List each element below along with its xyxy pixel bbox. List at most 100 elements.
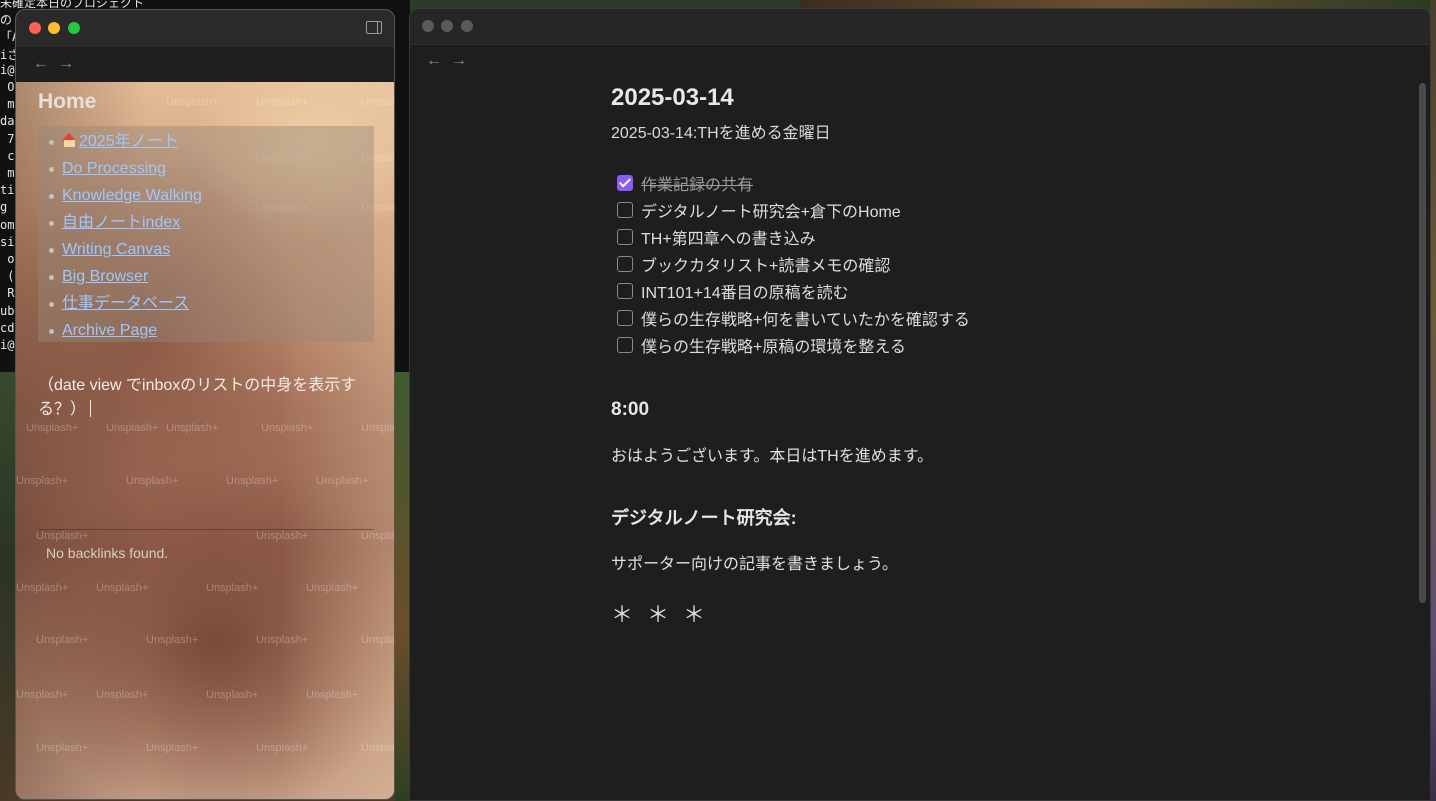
divider <box>38 529 374 530</box>
home-window[interactable]: ← → Unsplash+Unsplash+Unsplash+Unsplash+… <box>15 9 395 800</box>
terminal-line: i@ <box>0 62 15 77</box>
list-item: 仕事データベース <box>38 290 202 317</box>
link-free-note-index[interactable]: 自由ノートindex <box>62 214 180 231</box>
bullet-icon <box>49 248 54 253</box>
task-label: 僕らの生存戦略+何を書いていたかを確認する <box>641 311 970 329</box>
page-subtitle: 2025-03-14:THを進める金曜日 <box>611 125 831 142</box>
forward-arrow-icon[interactable]: → <box>58 55 74 73</box>
task-label: TH+第四章への書き込み <box>641 230 816 248</box>
paragraph: おはようございます。本日はTHを進めます。 <box>611 448 934 465</box>
separator-stars: ＊＊＊ <box>611 602 720 627</box>
section-heading: デジタルノート研究会: <box>611 508 797 528</box>
unsplash-watermark: Unsplash+ <box>166 96 219 108</box>
link-label: 2025年ノート <box>79 133 179 150</box>
terminal-line: cd <box>0 320 15 335</box>
task-item: ブックカタリスト+読書メモの確認 <box>611 250 1371 277</box>
unsplash-watermark: Unsplash+ <box>206 689 259 701</box>
task-item: TH+第四章への書き込み <box>611 223 1371 250</box>
bullet-icon <box>49 140 54 145</box>
task-checkbox[interactable] <box>617 282 633 299</box>
terminal-line: g <box>0 200 8 215</box>
terminal-line: o <box>0 252 15 266</box>
text-cursor <box>90 400 92 417</box>
unsplash-watermark: Unsplash+ <box>146 742 199 754</box>
forward-arrow-icon[interactable]: → <box>451 52 467 70</box>
paragraph: サポーター向けの記事を書きましょう。 <box>611 556 899 573</box>
window-titlebar[interactable] <box>410 9 1430 45</box>
unsplash-watermark: Unsplash+ <box>96 582 149 594</box>
link-archive-page[interactable]: Archive Page <box>62 322 157 339</box>
unsplash-watermark: Unsplash+ <box>16 582 69 594</box>
zoom-window-button[interactable] <box>461 20 473 32</box>
unsplash-watermark: Unsplash+ <box>166 422 219 434</box>
unsplash-watermark: Unsplash+ <box>36 530 89 542</box>
editor-content[interactable]: 2025-03-14 2025-03-14:THを進める金曜日 作業記録の共有 … <box>611 81 1371 630</box>
note-paragraph-text: （date view でinboxのリストの中身を表示する？） <box>38 377 357 418</box>
link-work-database[interactable]: 仕事データベース <box>62 295 189 312</box>
terminal-line: ti <box>0 183 15 198</box>
terminal-line: om <box>0 217 15 232</box>
bullet-icon <box>49 275 54 280</box>
link-do-processing[interactable]: Do Processing <box>62 160 166 177</box>
navigation-bar: ← → <box>16 47 394 82</box>
unsplash-watermark: Unsplash+ <box>261 422 314 434</box>
unsplash-watermark: Unsplash+ <box>146 634 199 646</box>
terminal-line: si <box>0 234 15 249</box>
link-knowledge-walking[interactable]: Knowledge Walking <box>62 187 202 204</box>
unsplash-watermark: Unsplash+ <box>36 742 89 754</box>
page-title: Home <box>38 90 97 113</box>
link-big-browser[interactable]: Big Browser <box>62 268 148 285</box>
unsplash-watermark: Unsplash+ <box>16 475 69 487</box>
home-link-list: 2025年ノート Do Processing Knowledge Walking… <box>38 128 202 344</box>
note-paragraph[interactable]: （date view でinboxのリストの中身を表示する？） <box>38 374 378 422</box>
house-icon <box>62 133 77 147</box>
desktop-wallpaper-strip <box>800 0 1436 8</box>
task-checkbox[interactable] <box>617 255 633 272</box>
backlinks-status: No backlinks found. <box>46 545 169 561</box>
zoom-window-button[interactable] <box>68 22 80 34</box>
link-writing-canvas[interactable]: Writing Canvas <box>62 241 170 258</box>
window-titlebar[interactable] <box>16 10 394 47</box>
close-window-button[interactable] <box>29 22 41 34</box>
task-label: 僕らの生存戦略+原稿の環境を整える <box>641 338 906 356</box>
terminal-line: ub <box>0 303 15 318</box>
list-item: Do Processing <box>38 155 202 182</box>
unsplash-watermark: Unsplash+ <box>26 422 79 434</box>
close-window-button[interactable] <box>422 20 434 32</box>
sidebar-toggle-icon[interactable] <box>366 21 382 34</box>
task-checkbox[interactable] <box>617 309 633 326</box>
page-title: 2025-03-14 <box>611 84 734 111</box>
terminal-line: O <box>0 80 15 94</box>
unsplash-watermark: Unsplash+ <box>256 742 309 754</box>
daily-note-window[interactable]: ← → 2025-03-14 2025-03-14:THを進める金曜日 作業記録… <box>409 8 1431 801</box>
task-label: デジタルノート研究会+倉下のHome <box>641 203 901 221</box>
terminal-line: m <box>0 97 15 112</box>
list-item: Archive Page <box>38 317 202 344</box>
task-item: INT101+14番目の原稿を読む <box>611 277 1371 304</box>
task-checkbox[interactable] <box>617 174 633 191</box>
link-2025-notes[interactable]: 2025年ノート <box>62 133 179 150</box>
task-list: 作業記録の共有 デジタルノート研究会+倉下のHome TH+第四章への書き込み … <box>611 169 1371 358</box>
terminal-line: の <box>0 13 13 28</box>
time-heading: 8:00 <box>611 399 650 420</box>
back-arrow-icon[interactable]: ← <box>426 52 442 70</box>
task-checkbox[interactable] <box>617 228 633 245</box>
back-arrow-icon[interactable]: ← <box>33 55 49 73</box>
terminal-line: ( <box>0 269 15 284</box>
bullet-icon <box>49 221 54 226</box>
unsplash-watermark: Unsplash+ <box>96 689 149 701</box>
bullet-icon <box>49 194 54 199</box>
task-checkbox[interactable] <box>617 201 633 218</box>
minimize-window-button[interactable] <box>48 22 60 34</box>
terminal-line: 7 <box>0 131 15 146</box>
note-content-area[interactable]: Unsplash+ Unsplash+ Unsplash+ Unsplash+ Unsp… <box>16 82 394 799</box>
list-item: Knowledge Walking <box>38 182 202 209</box>
scrollbar[interactable] <box>1419 83 1426 603</box>
unsplash-watermark: Unsplash+ <box>306 582 359 594</box>
terminal-line: c <box>0 148 15 163</box>
task-checkbox[interactable] <box>617 336 633 353</box>
minimize-window-button[interactable] <box>441 20 453 32</box>
unsplash-watermark: Unsplash+ <box>316 475 369 487</box>
task-label: 作業記録の共有 <box>641 176 754 194</box>
task-label: INT101+14番目の原稿を読む <box>641 284 849 302</box>
